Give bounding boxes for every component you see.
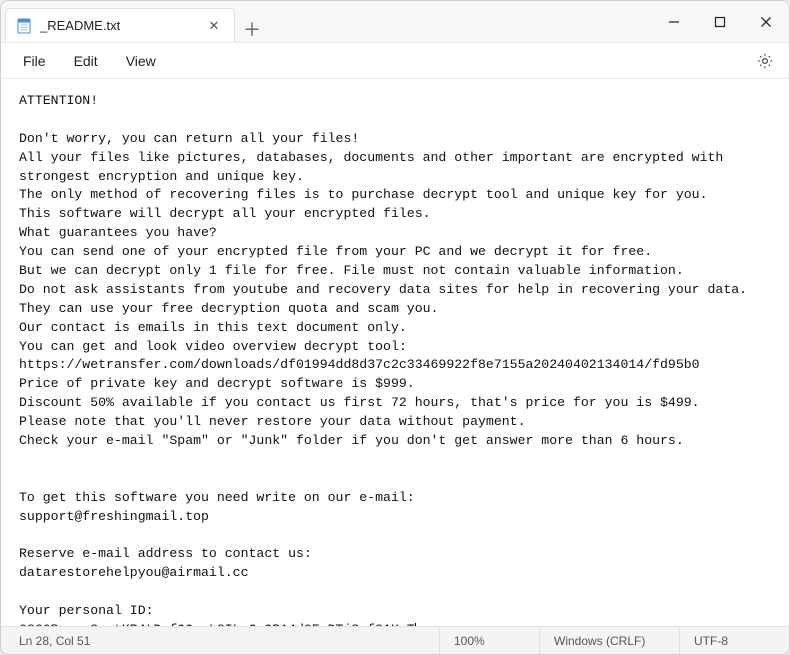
status-position: Ln 28, Col 51 (1, 627, 181, 654)
maximize-button[interactable] (697, 1, 743, 42)
menu-view[interactable]: View (112, 47, 170, 75)
status-encoding[interactable]: UTF-8 (679, 627, 789, 654)
tab-close-button[interactable]: ✕ (204, 18, 224, 34)
menu-file[interactable]: File (9, 47, 60, 75)
menubar: File Edit View (1, 43, 789, 79)
tab-active[interactable]: _README.txt ✕ (5, 8, 235, 42)
window-controls (651, 1, 789, 42)
notepad-window: _README.txt ✕ ＋ File Edit View (0, 0, 790, 655)
notepad-icon (16, 18, 32, 34)
statusbar: Ln 28, Col 51 100% Windows (CRLF) UTF-8 (1, 626, 789, 654)
status-zoom[interactable]: 100% (439, 627, 539, 654)
tab-title: _README.txt (40, 18, 196, 33)
settings-button[interactable] (749, 45, 781, 77)
titlebar: _README.txt ✕ ＋ (1, 1, 789, 43)
new-tab-button[interactable]: ＋ (235, 16, 269, 42)
menu-edit[interactable]: Edit (60, 47, 112, 75)
status-line-ending[interactable]: Windows (CRLF) (539, 627, 679, 654)
tab-strip: _README.txt ✕ ＋ (1, 1, 651, 42)
minimize-button[interactable] (651, 1, 697, 42)
close-button[interactable] (743, 1, 789, 42)
document-content: ATTENTION! Don't worry, you can return a… (19, 93, 747, 626)
text-editor[interactable]: ATTENTION! Don't worry, you can return a… (1, 79, 789, 626)
